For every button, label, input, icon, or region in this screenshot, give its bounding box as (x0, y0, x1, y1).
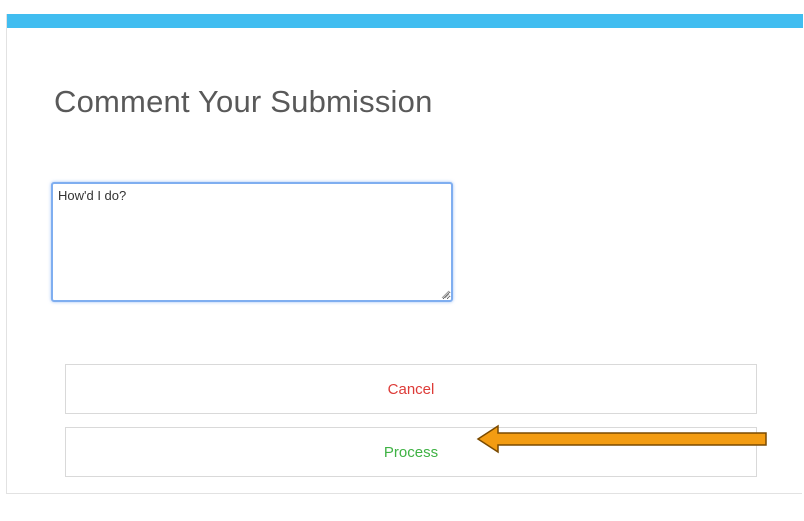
page: Comment Your Submission Cancel Process (0, 0, 804, 521)
comment-dialog: Comment Your Submission Cancel Process (6, 14, 803, 494)
dialog-accent-bar (7, 14, 803, 28)
cancel-button[interactable]: Cancel (65, 364, 757, 414)
comment-textarea[interactable] (51, 182, 453, 302)
dialog-title: Comment Your Submission (54, 84, 433, 119)
left-arrow-icon (476, 424, 767, 454)
